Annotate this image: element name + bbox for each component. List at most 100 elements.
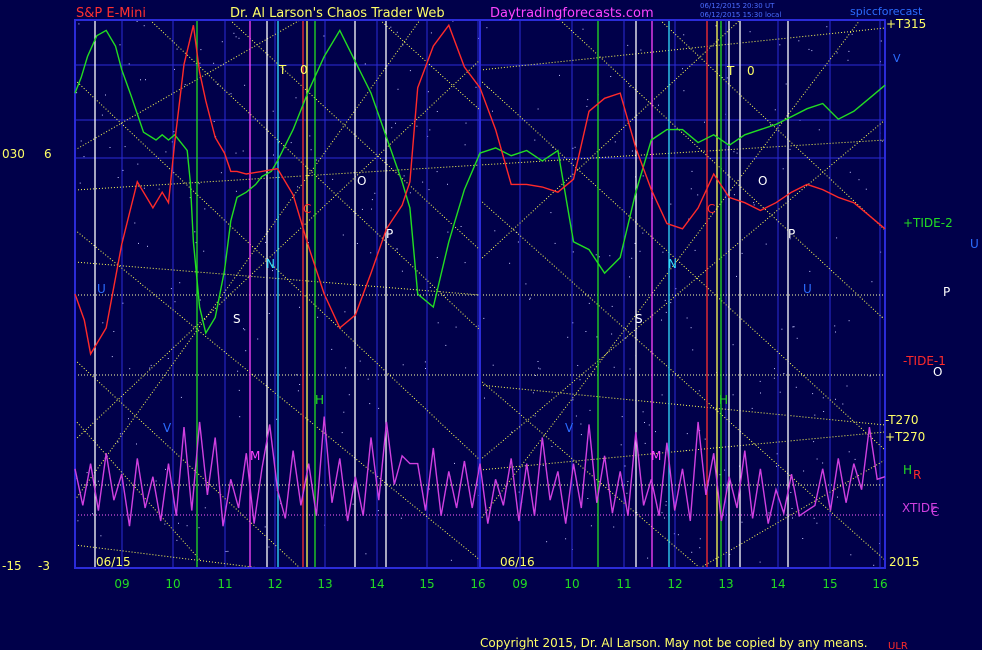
label-o: O bbox=[933, 365, 942, 379]
marker-c-day1: C bbox=[303, 202, 311, 216]
star bbox=[572, 399, 574, 401]
star bbox=[811, 50, 813, 52]
star bbox=[367, 378, 369, 380]
star bbox=[341, 432, 343, 434]
star bbox=[129, 368, 131, 370]
star bbox=[629, 368, 631, 370]
star bbox=[342, 234, 344, 236]
star bbox=[677, 534, 679, 536]
marker-s-day1: S bbox=[233, 312, 241, 326]
x-tick-label: 14 bbox=[369, 577, 384, 591]
star bbox=[587, 498, 589, 499]
star bbox=[243, 328, 244, 330]
star bbox=[782, 168, 784, 170]
star bbox=[276, 418, 278, 420]
star bbox=[244, 84, 246, 86]
star bbox=[759, 380, 761, 382]
star bbox=[694, 249, 696, 251]
timestamp-ut: 06/12/2015 20:30 UT bbox=[700, 2, 775, 10]
left-axis-bottom-b: -3 bbox=[38, 559, 50, 573]
star bbox=[753, 204, 755, 206]
star bbox=[484, 397, 485, 399]
star bbox=[537, 108, 539, 110]
star bbox=[691, 551, 693, 553]
star bbox=[733, 151, 735, 153]
star bbox=[265, 241, 267, 243]
star bbox=[736, 152, 738, 154]
star bbox=[534, 415, 536, 417]
star bbox=[221, 41, 223, 43]
star bbox=[665, 311, 667, 313]
x-tick-label: 12 bbox=[267, 577, 282, 591]
star bbox=[590, 525, 592, 527]
x-tick-label: 10 bbox=[165, 577, 180, 591]
star bbox=[704, 121, 705, 123]
marker-t-day1: T bbox=[278, 63, 287, 77]
star bbox=[437, 322, 439, 324]
star bbox=[582, 28, 584, 30]
star bbox=[572, 147, 574, 149]
star bbox=[683, 90, 685, 92]
star bbox=[586, 105, 588, 107]
star bbox=[768, 512, 770, 514]
label-t315: +T315 bbox=[886, 17, 926, 31]
star bbox=[136, 443, 137, 445]
marker-o-day1: O bbox=[357, 174, 366, 188]
star bbox=[779, 391, 781, 393]
star bbox=[464, 144, 466, 146]
star bbox=[455, 326, 457, 328]
date-label-1: 06/15 bbox=[96, 555, 131, 569]
star bbox=[155, 480, 157, 482]
star bbox=[140, 79, 141, 81]
star bbox=[436, 257, 438, 258]
star bbox=[447, 183, 448, 185]
star bbox=[595, 254, 597, 256]
star bbox=[858, 179, 860, 181]
star bbox=[374, 192, 376, 194]
star bbox=[424, 361, 426, 363]
left-axis-top-a: 030 bbox=[2, 147, 25, 161]
star bbox=[427, 91, 429, 93]
site-link[interactable]: Daytradingforecasts.com bbox=[490, 6, 654, 21]
star bbox=[534, 139, 536, 141]
star bbox=[783, 373, 785, 374]
star bbox=[136, 20, 138, 22]
marker-m-day1: M bbox=[250, 449, 260, 463]
star bbox=[611, 333, 613, 335]
star bbox=[610, 76, 612, 77]
marker-p-day1: P bbox=[386, 227, 393, 241]
star bbox=[343, 411, 345, 413]
star bbox=[450, 559, 452, 561]
star bbox=[194, 231, 196, 233]
star bbox=[165, 468, 166, 470]
star bbox=[655, 431, 656, 433]
star bbox=[365, 553, 367, 555]
star bbox=[765, 243, 767, 245]
star bbox=[204, 507, 206, 509]
star bbox=[699, 538, 701, 540]
star bbox=[79, 182, 81, 184]
star bbox=[785, 83, 787, 85]
star bbox=[534, 375, 536, 376]
star bbox=[574, 146, 576, 148]
star bbox=[538, 367, 540, 369]
x-tick-label: 15 bbox=[822, 577, 837, 591]
marker-h-day1: H bbox=[315, 393, 324, 407]
star bbox=[164, 523, 166, 525]
star bbox=[579, 379, 581, 381]
star bbox=[698, 390, 700, 392]
star bbox=[184, 84, 186, 86]
star bbox=[575, 415, 577, 417]
star bbox=[361, 208, 363, 210]
star bbox=[377, 510, 379, 512]
star bbox=[647, 557, 649, 559]
star bbox=[315, 159, 317, 161]
star bbox=[180, 396, 182, 398]
star bbox=[816, 522, 818, 524]
star bbox=[658, 104, 659, 106]
star bbox=[396, 31, 398, 33]
star bbox=[117, 441, 119, 443]
star bbox=[436, 171, 438, 173]
star bbox=[642, 232, 644, 234]
star bbox=[749, 31, 751, 33]
